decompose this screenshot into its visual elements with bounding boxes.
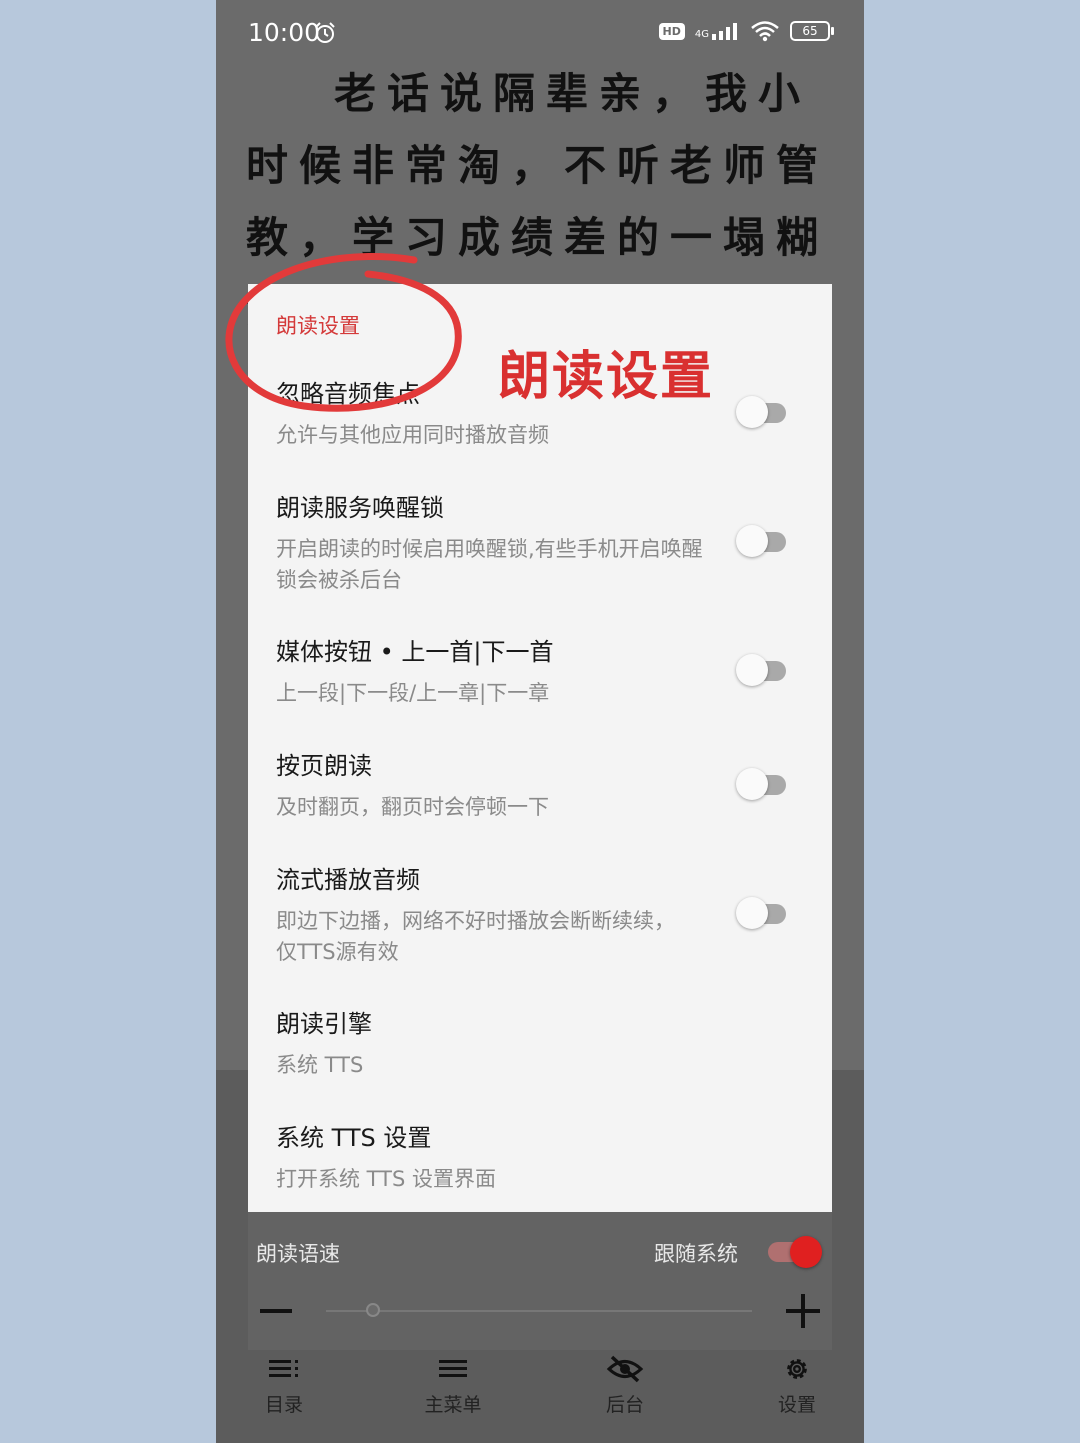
gear-icon [787,1359,807,1379]
setting-streaming-audio[interactable]: 流式播放音频 即边下边播，网络不好时播放会断断续续，仅TTS源有效 [248,860,832,970]
setting-title: 系统 TTS 设置 [276,1124,432,1152]
nav-main-menu-label: 主菜单 [424,1394,482,1416]
setting-title: 媒体按钮 • 上一首|下一首 [276,638,554,666]
toggle-switch[interactable] [736,653,790,687]
status-icons: HD 4G 65 [658,20,834,42]
switch-thumb [790,1236,822,1268]
switch-thumb [736,396,768,428]
network-type: 4G [694,29,709,40]
setting-tts-engine[interactable]: 朗读引擎 系统 TTS [248,1004,832,1084]
battery-indicator: 65 [790,21,834,41]
toggle-switch[interactable] [736,395,790,429]
nav-background[interactable]: 后台 [560,1350,690,1430]
setting-desc: 开启朗读的时候启用唤醒锁,有些手机开启唤醒锁会被杀后台 [276,537,703,592]
nav-catalog[interactable]: 目录 [219,1350,349,1430]
follow-system-switch[interactable] [768,1236,822,1268]
setting-desc: 打开系统 TTS 设置界面 [276,1167,496,1191]
switch-thumb [736,768,768,800]
bottom-nav: 目录 主菜单 后台 设置 [216,1350,864,1443]
setting-wake-lock[interactable]: 朗读服务唤醒锁 开启朗读的时候启用唤醒锁,有些手机开启唤醒锁会被杀后台 [248,488,832,598]
toggle-switch[interactable] [736,767,790,801]
eye-off-icon [606,1355,644,1383]
slider-knob[interactable] [365,1303,380,1317]
slider-rail [326,1310,752,1312]
read-aloud-settings-dialog: 朗读设置 忽略音频焦点 允许与其他应用同时播放音频 朗读服务唤醒锁 开启朗读的时… [248,284,832,1212]
menu-icon [439,1360,467,1377]
status-time: 10:00 [248,18,321,47]
nav-settings-label: 设置 [777,1394,816,1416]
switch-thumb [736,525,768,557]
wifi-icon [751,21,779,42]
annotation-circle [225,252,462,412]
toggle-switch[interactable] [736,524,790,558]
setting-desc: 即边下边播，网络不好时播放会断断续续，仅TTS源有效 [276,909,675,964]
speed-panel [248,1210,832,1350]
decrease-speed-button[interactable] [260,1296,292,1326]
setting-media-buttons[interactable]: 媒体按钮 • 上一首|下一首 上一段|下一段/上一章|下一章 [248,632,832,712]
hd-badge: HD [658,22,685,40]
setting-title: 流式播放音频 [276,866,420,894]
setting-desc: 允许与其他应用同时播放音频 [276,423,549,447]
setting-title: 按页朗读 [276,752,372,780]
setting-desc: 上一段|下一段/上一章|下一章 [276,681,550,705]
follow-system-label: 跟随系统 [654,1242,738,1266]
alarm-icon [315,22,335,43]
switch-thumb [736,897,768,929]
toggle-switch[interactable] [736,896,790,930]
nav-settings[interactable]: 设置 [732,1350,862,1430]
nav-main-menu[interactable]: 主菜单 [388,1350,518,1430]
setting-desc: 及时翻页，翻页时会停顿一下 [276,795,549,819]
phone-screen: 10:00 HD 4G 65 老话说隔辈亲，我小时候非常淘，不听老师管教，学习成… [216,0,864,1443]
setting-title: 朗读引擎 [276,1010,372,1038]
signal-indicator: 4G [695,22,740,40]
signal-icon [712,23,737,40]
speed-label: 朗读语速 [256,1242,340,1266]
catalog-icon [269,1360,298,1377]
increase-speed-button[interactable] [786,1294,820,1328]
setting-system-tts[interactable]: 系统 TTS 设置 打开系统 TTS 设置界面 [248,1118,832,1198]
nav-catalog-label: 目录 [264,1394,303,1416]
setting-desc: 系统 TTS [276,1053,364,1077]
speed-slider[interactable] [326,1303,752,1317]
switch-thumb [736,654,768,686]
setting-read-by-page[interactable]: 按页朗读 及时翻页，翻页时会停顿一下 [248,746,832,826]
annotation-label: 朗读设置 [498,347,715,407]
nav-background-label: 后台 [605,1394,644,1416]
setting-title: 朗读服务唤醒锁 [276,494,444,522]
